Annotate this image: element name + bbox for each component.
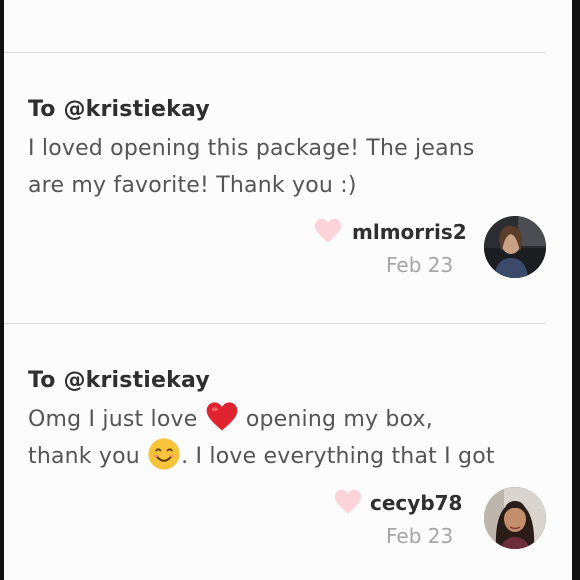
note-author-username[interactable]: mlmorris2: [352, 220, 467, 244]
message-line-2: thank you . I love everything that I got: [28, 438, 548, 475]
user-avatar-photo-icon: [484, 487, 546, 549]
divider-middle: [4, 323, 546, 324]
red-heart-emoji-icon: [206, 402, 237, 431]
message-text: opening my box,: [238, 407, 433, 432]
message-text: . I love everything that I got: [181, 444, 495, 469]
note-author-username[interactable]: cecyb78: [370, 491, 462, 515]
message-text: thank you: [28, 444, 148, 469]
heart-like-icon[interactable]: [313, 216, 343, 246]
note-recipient: To @kristiekay: [28, 97, 210, 122]
user-avatar-photo-icon: [484, 216, 546, 278]
notes-feed: To @kristiekay I loved opening this pack…: [4, 0, 572, 580]
author-avatar[interactable]: [484, 216, 546, 278]
note-date: Feb 23: [386, 253, 454, 277]
note-message: I loved opening this package! The jeans …: [28, 130, 548, 204]
author-avatar[interactable]: [484, 487, 546, 549]
message-text: Omg I just love: [28, 407, 205, 432]
note-recipient: To @kristiekay: [28, 368, 210, 393]
note-date: Feb 23: [386, 524, 454, 548]
message-line-1: I loved opening this package! The jeans: [28, 136, 475, 161]
divider-top: [4, 52, 546, 53]
message-line-1: Omg I just love opening my box,: [28, 401, 548, 438]
message-line-2: are my favorite! Thank you :): [28, 173, 357, 198]
smiling-face-emoji-icon: [148, 438, 180, 470]
heart-like-icon[interactable]: [333, 487, 363, 517]
note-message: Omg I just love opening my box, thank yo…: [28, 401, 548, 475]
